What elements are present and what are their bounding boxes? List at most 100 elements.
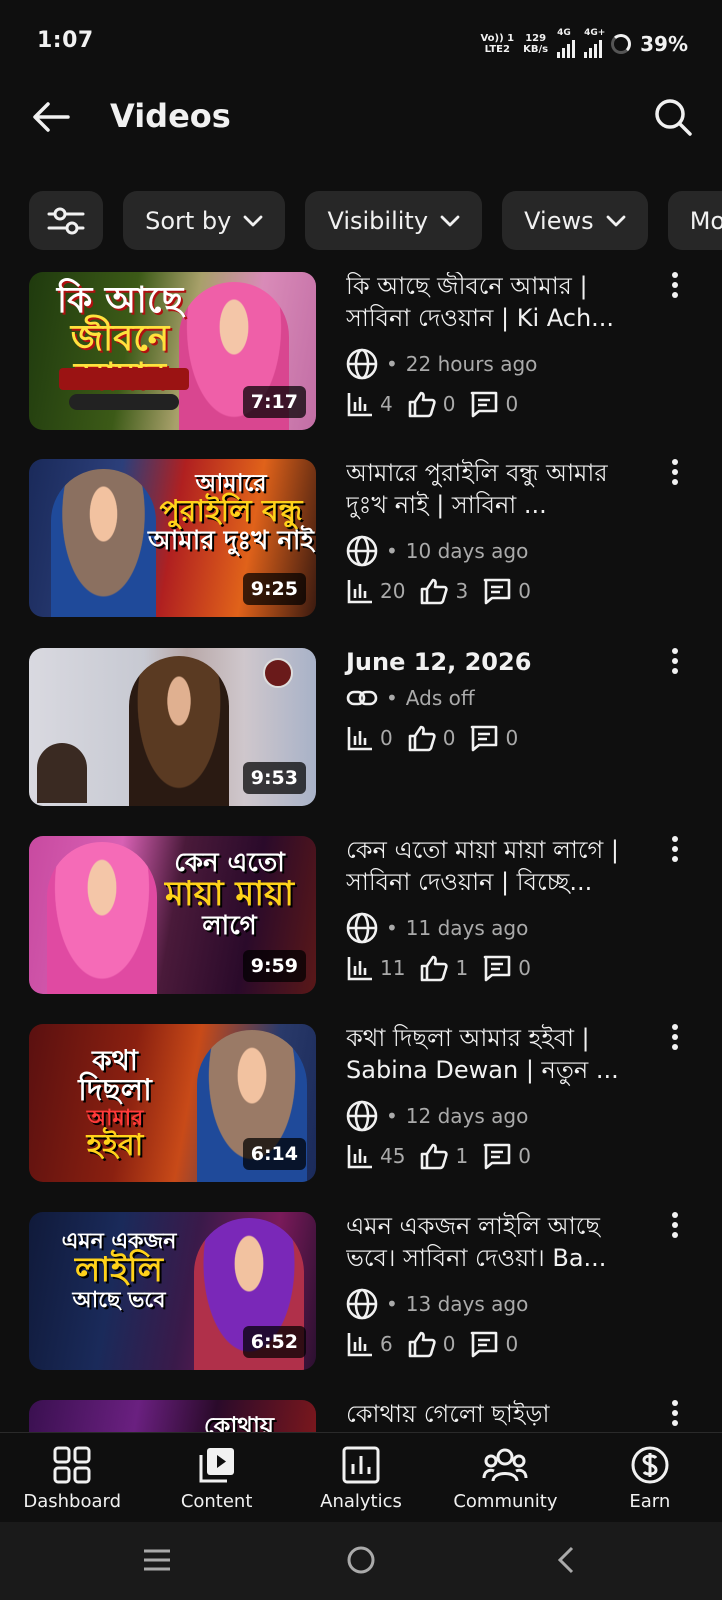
video-thumbnail[interactable]: 9:53 <box>29 648 316 806</box>
more-options-button[interactable] <box>660 836 690 876</box>
thumbs-up-icon <box>408 1331 436 1358</box>
video-title[interactable]: আমারে পুরাইলি বন্ধু আমার দুঃখ নাই | সাবি… <box>346 457 636 521</box>
home-button[interactable] <box>339 1542 383 1578</box>
thumb-text: আমারে <box>195 469 267 497</box>
video-stats: 11 1 0 <box>346 954 545 982</box>
video-title[interactable]: এমন একজন লাইলি আছে ভবে। সাবিনা দেওয়া। B… <box>346 1210 636 1274</box>
video-thumbnail[interactable]: কেন এতো মায়া মায়া লাগে 9:59 <box>29 836 316 994</box>
home-circle-icon <box>347 1546 375 1574</box>
earn-icon <box>631 1446 669 1484</box>
content-icon <box>199 1448 234 1483</box>
nav-label: Analytics <box>320 1491 402 1512</box>
video-row[interactable]: আমারে পুরাইলি বন্ধু আমার দুঃখ নাই 9:25 আ… <box>0 459 722 629</box>
nav-dashboard[interactable]: Dashboard <box>0 1433 144 1522</box>
video-thumbnail[interactable]: কোথায় <box>29 1400 316 1432</box>
monetization-chip[interactable]: Monetization <box>667 191 722 250</box>
video-duration: 9:25 <box>242 573 306 605</box>
analytics-bar-icon <box>347 1333 372 1357</box>
bottom-navigation: Dashboard Content Analytics Community Ea… <box>0 1432 722 1522</box>
view-count: 6 <box>380 1332 393 1356</box>
comment-count: 0 <box>518 956 531 980</box>
video-row[interactable]: কি আছে জীবনে আমার 7:17 কি আছে জীবনে আমার… <box>0 272 722 442</box>
network-speed: 129 KB/s <box>523 33 549 55</box>
more-options-button[interactable] <box>660 1400 690 1432</box>
video-duration: 6:52 <box>242 1326 306 1358</box>
nav-earn[interactable]: Earn <box>578 1433 722 1522</box>
volte-indicator: Vo)) 1 LTE2 <box>480 33 515 55</box>
page-title: Videos <box>110 97 231 135</box>
nav-content[interactable]: Content <box>144 1433 288 1522</box>
globe-icon <box>346 348 378 380</box>
more-vertical-icon <box>672 1400 678 1426</box>
video-thumbnail[interactable]: কি আছে জীবনে আমার 7:17 <box>29 272 316 430</box>
more-options-button[interactable] <box>660 648 690 688</box>
thumbs-up-icon <box>421 578 449 605</box>
video-thumbnail[interactable]: কথা দিছলা আমার হইবা 6:14 <box>29 1024 316 1182</box>
analytics-bar-icon <box>347 957 372 981</box>
like-count: 1 <box>455 1144 469 1168</box>
video-thumbnail[interactable]: এমন একজন লাইলি আছে ভবে 6:52 <box>29 1212 316 1370</box>
video-title[interactable]: কথা দিছলা আমার হইবা | Sabina Dewan | নতু… <box>346 1022 636 1086</box>
link-icon <box>346 690 378 706</box>
view-count: 20 <box>380 579 406 603</box>
status-bar: 1:07 Vo)) 1 LTE2 129 KB/s 4G 4G+ 39% <box>0 0 722 80</box>
filter-chips: Sort by Visibility Views Monetization <box>29 191 722 251</box>
view-count: 11 <box>380 956 406 980</box>
nav-label: Community <box>453 1491 558 1512</box>
more-options-button[interactable] <box>660 272 690 312</box>
thumb-text: লাগে <box>202 910 257 941</box>
video-published: 10 days ago <box>405 539 529 563</box>
video-published: 12 days ago <box>405 1104 529 1128</box>
globe-icon <box>346 535 378 567</box>
view-count: 45 <box>380 1144 406 1168</box>
chevron-down-icon <box>606 215 626 227</box>
thumb-text: মায়া মায়া <box>164 874 295 915</box>
thumb-text: পুরাইলি বন্ধু <box>159 494 303 530</box>
video-title[interactable]: কেন এতো মায়া মায়া লাগে | সাবিনা দেওয়া… <box>346 834 636 898</box>
thumb-text: দিছলা <box>78 1073 152 1109</box>
visibility-chip[interactable]: Visibility <box>305 191 483 250</box>
views-chip[interactable]: Views <box>502 191 648 250</box>
video-row[interactable]: 9:53 June 12, 2026 • Ads off 0 0 0 <box>0 648 722 818</box>
video-title[interactable]: কি আছে জীবনে আমার | সাবিনা দেওয়ান | Ki … <box>346 272 636 334</box>
comment-count: 0 <box>505 726 519 750</box>
video-meta: • 11 days ago <box>346 912 528 944</box>
filter-settings-button[interactable] <box>29 191 103 250</box>
thumbs-up-icon <box>421 1143 449 1170</box>
search-button[interactable] <box>648 92 698 142</box>
recents-button[interactable] <box>135 1542 179 1578</box>
system-back-button[interactable] <box>544 1542 588 1578</box>
more-vertical-icon <box>672 648 678 674</box>
more-options-button[interactable] <box>660 1024 690 1064</box>
video-stats: 20 3 0 <box>346 577 545 605</box>
nav-community[interactable]: Community <box>433 1433 577 1522</box>
more-options-button[interactable] <box>660 459 690 499</box>
system-navigation <box>0 1522 722 1600</box>
sort-by-chip[interactable]: Sort by <box>123 191 286 250</box>
comment-icon <box>471 391 498 418</box>
video-title[interactable]: June 12, 2026 <box>346 646 636 678</box>
analytics-icon <box>342 1446 380 1484</box>
video-meta: • 13 days ago <box>346 1288 528 1320</box>
menu-icon <box>144 1549 170 1571</box>
dashboard-icon <box>53 1446 91 1484</box>
video-row[interactable]: কেন এতো মায়া মায়া লাগে 9:59 কেন এতো মা… <box>0 836 722 1006</box>
like-count: 0 <box>442 1332 456 1356</box>
video-duration: 9:53 <box>242 762 306 794</box>
thumb-text: কোথায় <box>203 1412 275 1432</box>
thumbs-up-icon <box>408 391 436 418</box>
like-count: 0 <box>442 392 456 416</box>
search-icon <box>655 99 692 136</box>
thumbs-up-icon <box>421 955 449 982</box>
signal-1-icon: 4G <box>557 28 576 58</box>
video-ads-status: Ads off <box>405 686 475 710</box>
video-row[interactable]: এমন একজন লাইলি আছে ভবে 6:52 এমন একজন লাই… <box>0 1212 722 1382</box>
back-button[interactable] <box>28 94 74 140</box>
video-thumbnail[interactable]: আমারে পুরাইলি বন্ধু আমার দুঃখ নাই 9:25 <box>29 459 316 617</box>
more-options-button[interactable] <box>660 1212 690 1252</box>
video-row[interactable]: কোথায় কোথায় গেলো ছাইড়া <box>0 1400 722 1432</box>
video-meta: • 10 days ago <box>346 535 528 567</box>
video-title[interactable]: কোথায় গেলো ছাইড়া <box>346 1398 636 1430</box>
nav-analytics[interactable]: Analytics <box>289 1433 433 1522</box>
video-row[interactable]: কথা দিছলা আমার হইবা 6:14 কথা দিছলা আমার … <box>0 1024 722 1194</box>
